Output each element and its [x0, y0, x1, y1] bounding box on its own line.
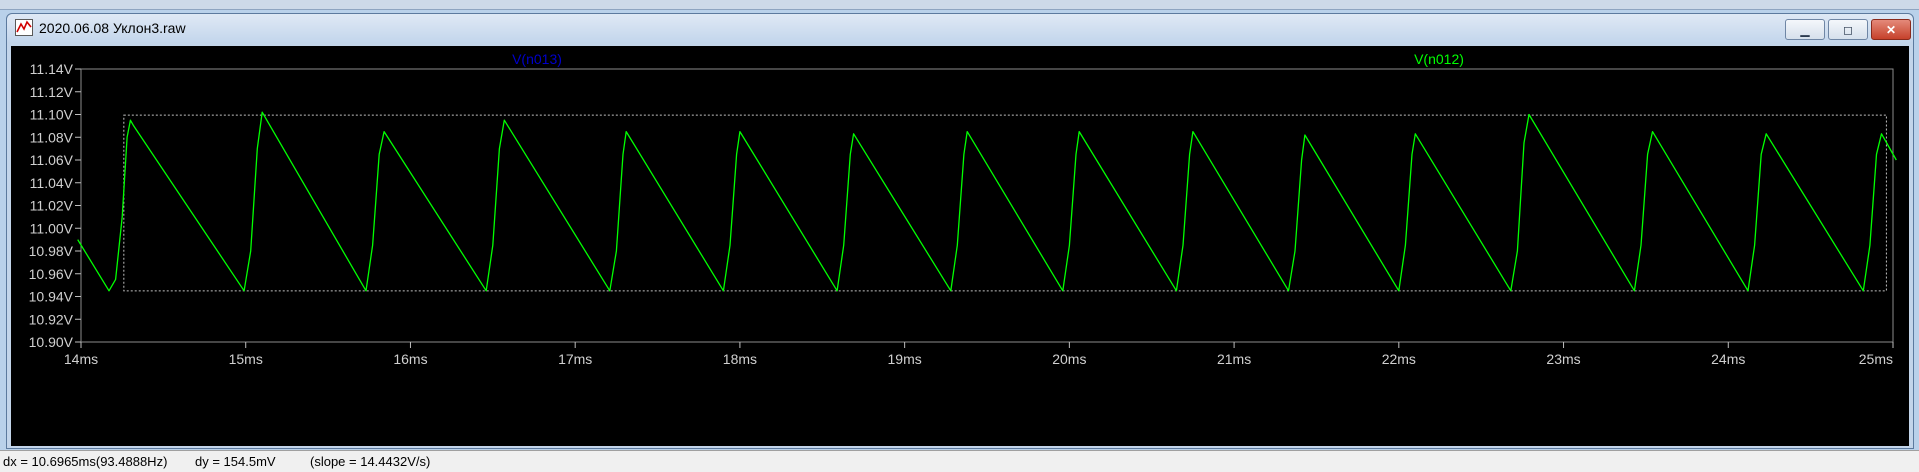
waveform-window[interactable]: 2020.06.08 Уклон3.raw ▁ ◻ ✕ 11.14V 11.12V… [6, 13, 1914, 449]
waveform-app-icon [15, 19, 33, 36]
y-tick-label: 10.98V [29, 243, 74, 259]
x-tick-label: 21ms [1217, 351, 1251, 367]
x-tick-label: 16ms [393, 351, 427, 367]
x-tick-label: 17ms [558, 351, 592, 367]
x-tick-label: 22ms [1382, 351, 1416, 367]
y-tick-label: 10.92V [29, 311, 74, 327]
y-tick-label: 10.96V [29, 266, 74, 282]
y-tick-label: 11.06V [30, 152, 74, 168]
window-title: 2020.06.08 Уклон3.raw [39, 20, 186, 36]
status-slope: (slope = 14.4432V/s) [310, 454, 431, 469]
trace-vn012[interactable] [77, 111, 1897, 292]
plot-area[interactable]: 11.14V 11.12V 11.10V 11.08V 11.06V 11.04V 11.0… [11, 46, 1909, 446]
y-tick-label: 10.94V [29, 289, 74, 305]
y-tick-label: 11.02V [30, 198, 74, 214]
status-dx: dx = 10.6965ms(93.4888Hz) [3, 454, 168, 469]
x-tick-label: 19ms [888, 351, 922, 367]
trace-label-vn012[interactable]: V(n012) [1414, 51, 1464, 67]
top-strip [0, 0, 1919, 10]
y-tick-label: 11.12V [30, 84, 74, 100]
x-tick-label: 20ms [1052, 351, 1086, 367]
close-button[interactable]: ✕ [1871, 19, 1911, 40]
title-bar[interactable]: 2020.06.08 Уклон3.raw ▁ ◻ ✕ [7, 14, 1913, 42]
minimize-button[interactable]: ▁ [1785, 19, 1825, 40]
y-tick-label: 11.08V [30, 129, 74, 145]
y-tick-label: 11.00V [30, 220, 74, 236]
plot-frame [80, 68, 1894, 343]
y-tick-label: 11.04V [30, 175, 74, 191]
y-tick-label: 11.10V [30, 107, 74, 123]
status-dy: dy = 154.5mV [195, 454, 276, 469]
x-tick-label: 18ms [723, 351, 757, 367]
trace-label-vn013[interactable]: V(n013) [512, 51, 562, 67]
cursor-box[interactable] [123, 114, 1887, 292]
x-tick-label: 15ms [229, 351, 263, 367]
x-tick-label: 24ms [1711, 351, 1745, 367]
waveform-plot[interactable]: 11.14V 11.12V 11.10V 11.08V 11.06V 11.04V 11.0… [11, 46, 1909, 446]
maximize-button[interactable]: ◻ [1828, 19, 1868, 40]
x-tick-label: 25ms [1859, 351, 1893, 367]
status-bar: dx = 10.6965ms(93.4888Hz) dy = 154.5mV (… [0, 450, 1919, 472]
x-tick-label: 14ms [64, 351, 98, 367]
y-tick-label: 11.14V [30, 61, 74, 77]
y-tick-label: 10.90V [29, 334, 74, 350]
x-tick-label: 23ms [1546, 351, 1580, 367]
